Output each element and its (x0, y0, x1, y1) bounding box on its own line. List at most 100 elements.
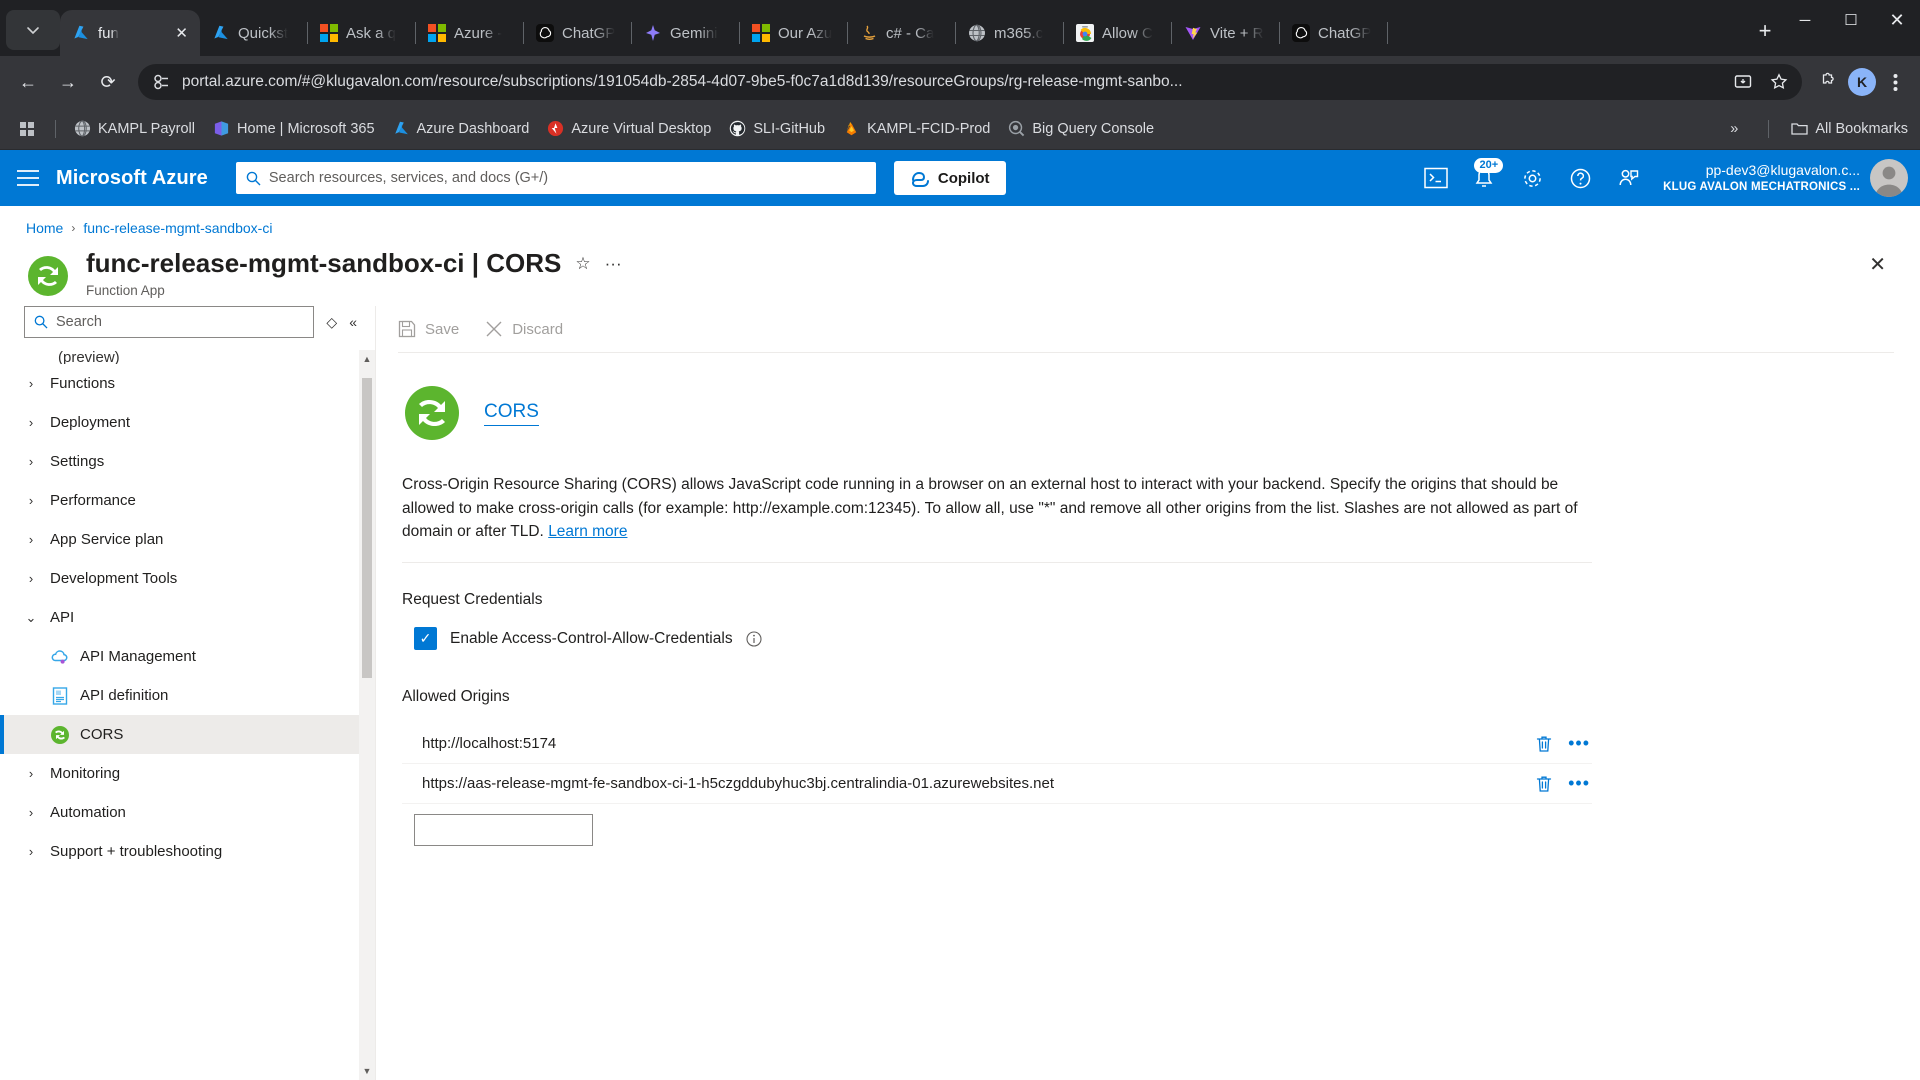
close-window-button[interactable]: ✕ (1874, 0, 1920, 40)
browser-tab[interactable]: fun ✕ (60, 10, 200, 56)
bookmarks-overflow-button[interactable]: » (1722, 117, 1746, 141)
chevron-right-icon[interactable]: › (24, 454, 38, 469)
extensions-icon[interactable] (1814, 67, 1844, 97)
trash-icon[interactable] (1534, 734, 1554, 754)
expand-collapse-all-icon[interactable]: ◇ (326, 314, 337, 331)
bookmark-item[interactable]: Azure Dashboard (385, 116, 538, 141)
profile-avatar[interactable]: K (1848, 68, 1876, 96)
browser-tab[interactable]: Gemini (632, 10, 740, 56)
bookmark-item[interactable]: Azure Virtual Desktop (539, 116, 719, 141)
scroll-down-arrow[interactable]: ▼ (363, 1062, 372, 1080)
maximize-button[interactable]: ☐ (1828, 0, 1874, 40)
cors-title[interactable]: CORS (484, 401, 539, 426)
scrollbar-thumb[interactable] (362, 378, 372, 678)
close-blade-button[interactable]: ✕ (1861, 248, 1894, 281)
scroll-up-arrow[interactable]: ▲ (363, 350, 372, 368)
chevron-right-icon[interactable]: › (24, 376, 38, 391)
breadcrumb-current[interactable]: func-release-mgmt-sandbox-ci (83, 220, 272, 236)
resource-menu-search-input[interactable]: Search (24, 306, 315, 338)
favorite-star-icon[interactable]: ☆ (575, 254, 590, 274)
trash-icon[interactable] (1534, 774, 1554, 794)
browser-tab[interactable]: Azure - (416, 10, 524, 56)
new-tab-button[interactable]: + (1748, 14, 1782, 48)
chevron-right-icon[interactable]: › (24, 493, 38, 508)
bookmark-item[interactable]: Home | Microsoft 365 (205, 116, 383, 141)
menu-scrollbar[interactable]: ▲ ▼ (359, 350, 375, 1080)
collapse-menu-icon[interactable]: « (349, 314, 357, 330)
bookmark-item[interactable]: SLI-GitHub (721, 116, 833, 141)
sidebar-item-app-service-plan[interactable]: › App Service plan (0, 520, 375, 559)
sidebar-item-automation[interactable]: › Automation (0, 793, 375, 832)
browser-tab[interactable]: ChatGP (524, 10, 632, 56)
discard-button[interactable]: Discard (485, 320, 563, 338)
browser-tab[interactable]: m365.c (956, 10, 1064, 56)
browser-tab[interactable]: ChatGP (1280, 10, 1388, 56)
help-icon[interactable] (1557, 156, 1603, 200)
sidebar-item-functions[interactable]: › Functions (0, 364, 375, 403)
feedback-icon[interactable] (1605, 156, 1651, 200)
new-origin-input[interactable] (414, 814, 593, 847)
address-bar[interactable]: portal.azure.com/#@klugavalon.com/resour… (138, 64, 1802, 100)
sidebar-item-monitoring[interactable]: › Monitoring (0, 754, 375, 793)
tab-search-button[interactable] (6, 10, 60, 50)
chevron-right-icon[interactable]: › (24, 766, 38, 781)
browser-tab[interactable]: Quickst (200, 10, 308, 56)
chevron-right-icon[interactable]: › (24, 532, 38, 547)
origin-row-menu-icon[interactable]: ••• (1568, 773, 1592, 794)
origin-row-menu-icon[interactable]: ••• (1568, 733, 1592, 754)
browser-tab[interactable]: Vite + R (1172, 10, 1280, 56)
settings-gear-icon[interactable] (1509, 156, 1555, 200)
enable-credentials-row[interactable]: ✓ Enable Access-Control-Allow-Credential… (414, 627, 1894, 651)
partial-menu-item[interactable]: (preview) (0, 350, 375, 364)
browser-tab[interactable]: Our Azu (740, 10, 848, 56)
reload-button[interactable]: ⟳ (90, 64, 126, 100)
account-avatar[interactable] (1870, 159, 1908, 197)
bookmark-item[interactable]: KAMPL Payroll (66, 116, 203, 141)
copilot-button[interactable]: Copilot (893, 161, 1006, 195)
apps-shortcut[interactable] (12, 116, 45, 141)
info-icon[interactable] (746, 631, 762, 647)
page-more-icon[interactable]: ··· (605, 254, 622, 274)
sidebar-item-support-troubleshooting[interactable]: › Support + troubleshooting (0, 832, 375, 871)
sidebar-item-performance[interactable]: › Performance (0, 481, 375, 520)
browser-tab[interactable]: Ask a q (308, 10, 416, 56)
notifications-icon[interactable]: 20+ (1461, 156, 1507, 200)
chevron-right-icon[interactable]: › (24, 805, 38, 820)
portal-menu-icon[interactable] (0, 150, 56, 206)
forward-button[interactable]: → (50, 64, 86, 100)
install-app-icon[interactable] (1728, 67, 1758, 97)
bookmark-item[interactable]: KAMPL-FCID-Prod (835, 116, 998, 141)
browser-tab[interactable]: c# - Ca (848, 10, 956, 56)
azure-brand[interactable]: Microsoft Azure (56, 167, 208, 190)
all-bookmarks-button[interactable]: All Bookmarks (1791, 120, 1908, 137)
sidebar-item-development-tools[interactable]: › Development Tools (0, 559, 375, 598)
chevron-right-icon[interactable]: › (24, 571, 38, 586)
bookmark-star-icon[interactable] (1764, 67, 1794, 97)
sidebar-item-api-definition[interactable]: API definition (0, 676, 375, 715)
back-button[interactable]: ← (10, 64, 46, 100)
cloud-shell-icon[interactable] (1413, 156, 1459, 200)
chevron-right-icon[interactable]: › (24, 415, 38, 430)
learn-more-link[interactable]: Learn more (548, 523, 627, 540)
site-settings-icon[interactable] (152, 72, 172, 92)
sidebar-item-deployment[interactable]: › Deployment (0, 403, 375, 442)
url-text[interactable]: portal.azure.com/#@klugavalon.com/resour… (182, 73, 1718, 91)
azure-search-input[interactable]: Search resources, services, and docs (G+… (235, 162, 876, 194)
browser-tab[interactable]: Allow C (1064, 10, 1172, 56)
sidebar-item-settings[interactable]: › Settings (0, 442, 375, 481)
resource-menu: Search ◇ « (preview) › Functions › Deployme… (0, 306, 375, 1080)
minimize-button[interactable]: ─ (1782, 0, 1828, 40)
bookmark-item[interactable]: Big Query Console (1000, 116, 1162, 141)
close-tab-icon[interactable]: ✕ (175, 24, 188, 42)
account-menu[interactable]: pp-dev3@klugavalon.c... KLUG AVALON MECH… (1653, 159, 1908, 197)
tab-title: Quickst (238, 24, 289, 42)
sidebar-item-cors[interactable]: CORS (0, 715, 375, 754)
sidebar-item-api[interactable]: ⌄ API (0, 598, 375, 637)
chevron-right-icon[interactable]: › (24, 844, 38, 859)
chevron-down-icon[interactable]: ⌄ (24, 610, 38, 626)
save-button[interactable]: Save (398, 320, 459, 338)
sidebar-item-api-management[interactable]: API Management (0, 637, 375, 676)
breadcrumb-home[interactable]: Home (26, 220, 63, 236)
enable-credentials-checkbox[interactable]: ✓ (414, 627, 437, 651)
chrome-menu-icon[interactable] (1880, 67, 1910, 97)
